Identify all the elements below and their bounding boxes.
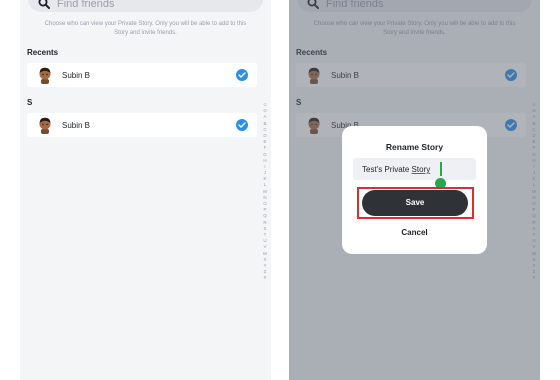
story-name-prefix: Test's Private bbox=[362, 165, 412, 174]
search-input[interactable]: Find friends bbox=[57, 0, 114, 11]
friend-picker-screen: Find friends Choose who can view your Pr… bbox=[20, 0, 271, 380]
search-icon bbox=[38, 0, 50, 9]
section-header-recents: Recents bbox=[27, 48, 59, 57]
cancel-button[interactable]: Cancel bbox=[342, 228, 487, 237]
dialog-title: Rename Story bbox=[385, 142, 444, 152]
avatar bbox=[39, 67, 51, 84]
section-header-s: S bbox=[27, 98, 33, 107]
alphabet-index-letter[interactable]: # bbox=[261, 275, 269, 281]
misspelled-word: Story bbox=[411, 165, 431, 174]
privacy-description: Choose who can view your Private Story. … bbox=[44, 21, 247, 36]
alphabet-index[interactable]: ☺ ⊙ A B C D E F G H I J K L M N O P Q R S T U V W X Y Z # bbox=[261, 102, 269, 281]
search-bar[interactable]: Find friends bbox=[28, 0, 263, 12]
friend-name: Subin B bbox=[62, 71, 91, 80]
avatar bbox=[39, 117, 51, 134]
story-name-input[interactable]: Test's Private Story bbox=[353, 158, 476, 189]
checkmark-icon[interactable] bbox=[236, 119, 248, 131]
save-button[interactable]: Save bbox=[362, 190, 468, 216]
friend-name: Subin B bbox=[62, 121, 91, 130]
checkmark-icon[interactable] bbox=[236, 69, 248, 81]
rename-story-dialog: Rename Story Test's Private Story Save C… bbox=[342, 126, 487, 254]
friend-row[interactable]: Subin B bbox=[27, 63, 257, 87]
story-name-value: Test's Private Story bbox=[362, 165, 430, 174]
rename-story-screen: Find friends Choose who can view your Pr… bbox=[289, 0, 540, 380]
text-cursor bbox=[440, 162, 442, 176]
friend-row[interactable]: Subin B bbox=[27, 113, 257, 137]
